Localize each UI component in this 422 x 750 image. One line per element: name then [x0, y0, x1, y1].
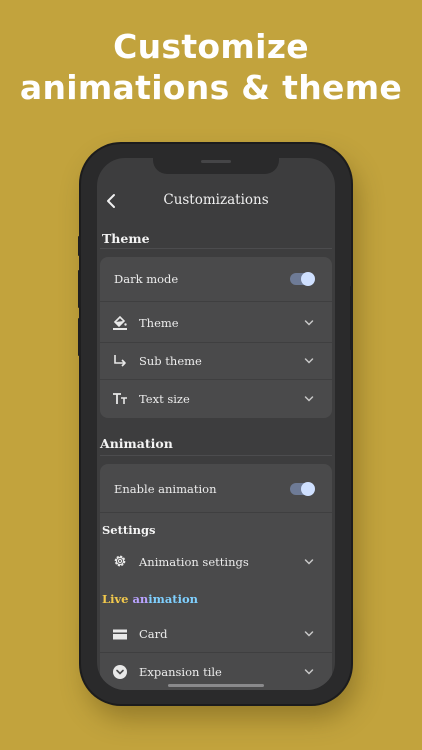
theme-label: Theme	[139, 316, 179, 330]
theme-row[interactable]: Theme	[100, 302, 332, 342]
card-label: Card	[139, 627, 168, 641]
toggle-knob	[301, 272, 315, 286]
headline-line-1: Customize	[113, 27, 309, 66]
chevron-down-icon	[304, 631, 314, 637]
live-heading-part: imation	[148, 592, 198, 606]
expand-circle-icon	[113, 665, 127, 679]
chevron-down-icon	[304, 320, 314, 326]
card-row[interactable]: Card	[100, 616, 332, 652]
theme-card: Dark mode Theme Sub theme Text size	[100, 257, 332, 418]
text-size-row[interactable]: Text size	[100, 380, 332, 418]
dark-mode-toggle[interactable]	[290, 272, 315, 286]
speaker	[201, 160, 231, 163]
enable-animation-toggle[interactable]	[290, 482, 315, 496]
phone-side-button	[350, 286, 353, 350]
settings-heading: Settings	[102, 523, 156, 537]
live-heading-part: Live	[102, 592, 129, 606]
sub-theme-label: Sub theme	[139, 354, 202, 368]
page-title: Customizations	[163, 192, 269, 208]
live-heading-part: an	[128, 592, 149, 606]
enable-animation-label: Enable animation	[114, 482, 217, 496]
headline-line-2: animations & theme	[19, 68, 403, 107]
toggle-knob	[301, 482, 315, 496]
sub-theme-row[interactable]: Sub theme	[100, 343, 332, 379]
chevron-down-icon	[304, 559, 314, 565]
paint-bucket-icon	[113, 315, 127, 330]
section-title-animation: Animation	[100, 436, 173, 451]
subdirectory-arrow-icon	[114, 355, 126, 367]
home-indicator[interactable]	[168, 684, 264, 687]
animation-settings-label: Animation settings	[139, 555, 249, 569]
promo-headline: Customize animations & theme	[0, 26, 422, 108]
row-divider	[100, 512, 332, 513]
dark-mode-label: Dark mode	[114, 272, 179, 286]
section-divider	[100, 248, 332, 249]
gear-icon	[114, 555, 126, 567]
card-icon	[113, 629, 127, 640]
chevron-down-icon	[304, 396, 314, 402]
phone-side-button	[78, 270, 81, 308]
text-size-label: Text size	[139, 392, 190, 406]
phone-side-button	[78, 236, 81, 256]
phone-screen: Customizations Theme Dark mode Theme Sub…	[97, 158, 335, 690]
section-title-theme: Theme	[102, 231, 150, 246]
animation-card: Enable animation Settings Animation sett…	[100, 464, 332, 690]
live-animation-heading: Live animation	[102, 592, 198, 606]
enable-animation-row[interactable]: Enable animation	[100, 464, 332, 512]
phone-side-button	[78, 318, 81, 356]
chevron-down-icon	[304, 358, 314, 364]
animation-settings-row[interactable]: Animation settings	[100, 544, 332, 580]
dark-mode-row[interactable]: Dark mode	[100, 257, 332, 301]
text-size-icon	[113, 393, 127, 404]
chevron-down-icon	[304, 669, 314, 675]
expansion-tile-label: Expansion tile	[139, 665, 222, 679]
section-divider	[100, 455, 332, 456]
app-bar: Customizations	[97, 190, 335, 212]
